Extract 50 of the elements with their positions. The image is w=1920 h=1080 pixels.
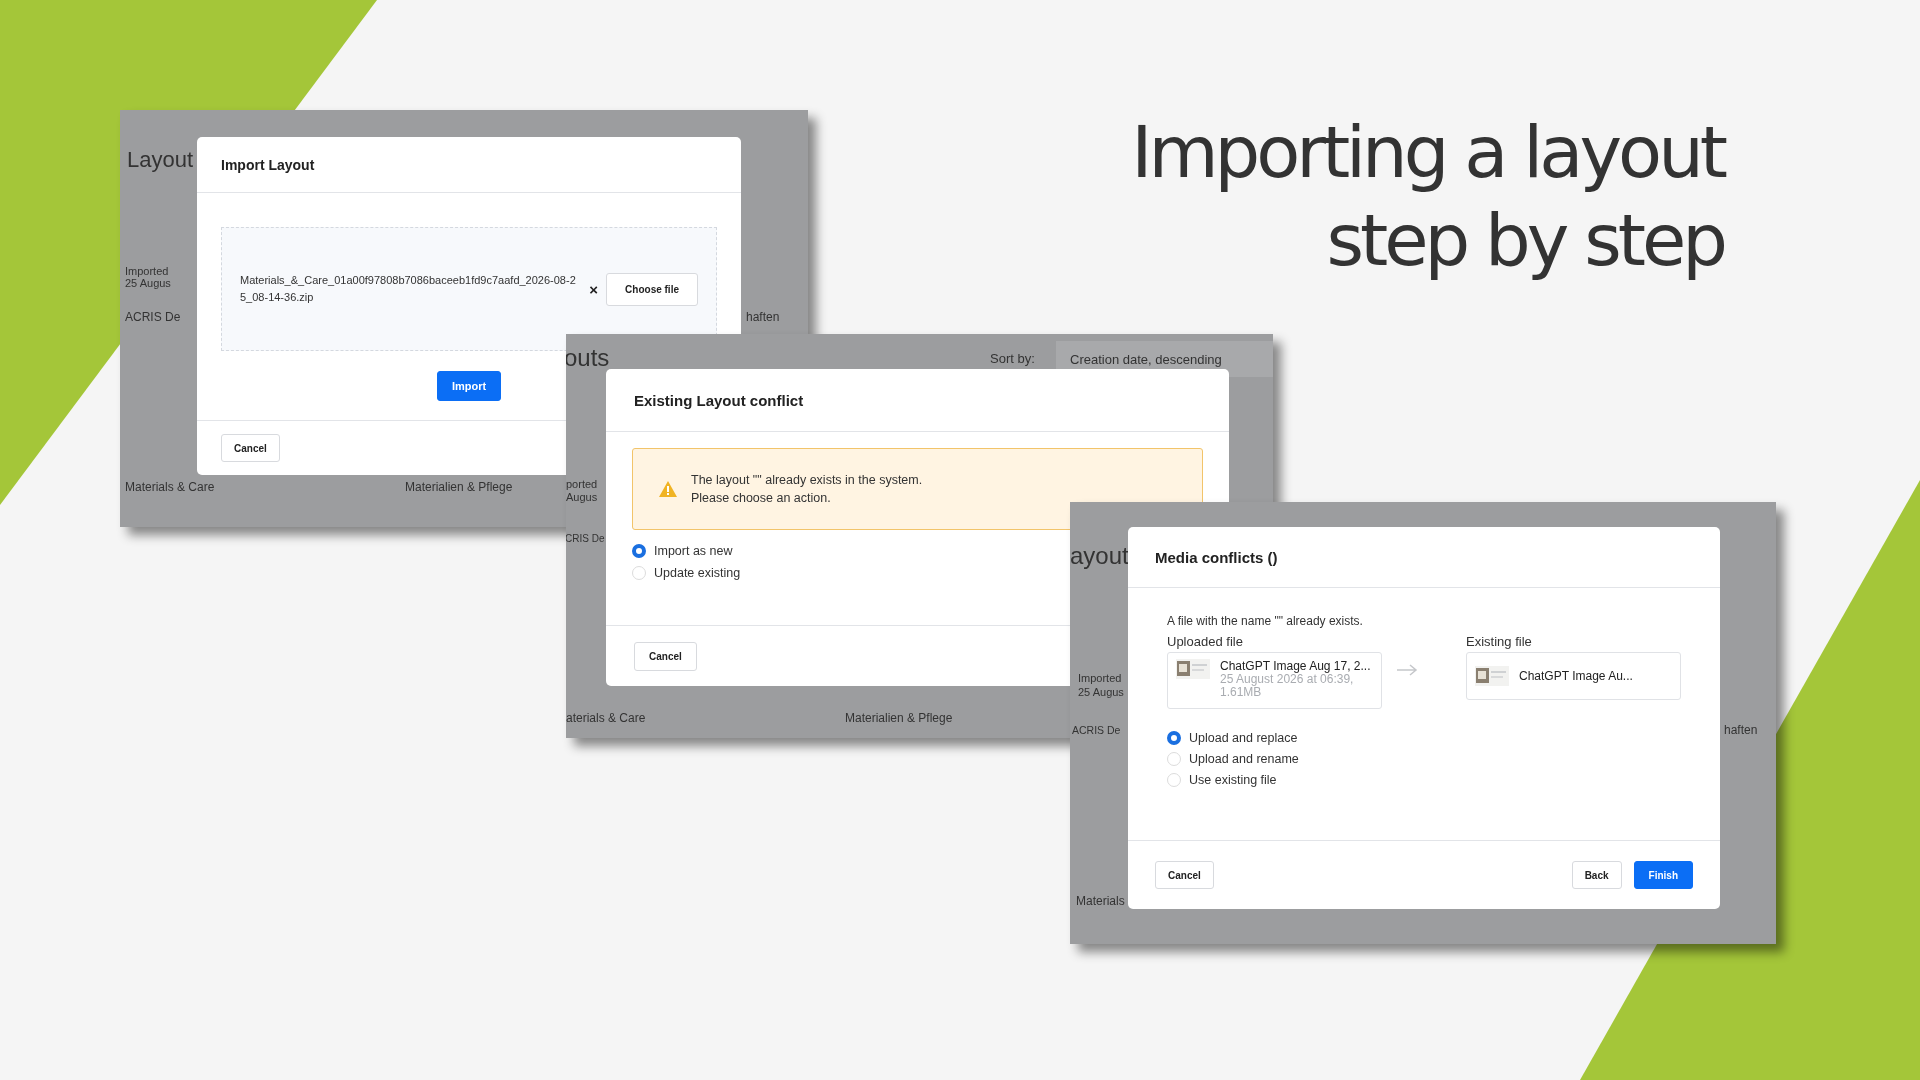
back-button[interactable]: Back — [1571, 861, 1622, 889]
background-text: ported — [566, 478, 598, 490]
warning-icon — [659, 481, 677, 497]
slide-title: step by step — [1326, 197, 1724, 284]
slide-title: Importing a layout — [1131, 109, 1724, 196]
choose-file-button[interactable]: Choose file — [606, 272, 698, 306]
dialog-title: Import Layout — [221, 156, 315, 173]
file-dropzone[interactable]: Materials_&_Care_01a00f97808b7086baceeb1fd9c7aafd_2026-08-25_08-14-36.zip × Choose file — [221, 227, 717, 351]
uploaded-file-label: Uploaded file — [1167, 634, 1244, 649]
background-text: haften — [746, 310, 780, 324]
cancel-button[interactable]: Cancel — [634, 641, 697, 671]
background-text: aterials & Care — [566, 711, 646, 725]
conflict-message: A file with the name "" already exists. — [1167, 614, 1364, 628]
background-text: Materialien & Pflege — [405, 480, 513, 494]
file-meta: 1.61MB — [1220, 686, 1262, 699]
background-text: Materialien & Pflege — [845, 711, 953, 725]
radio-button[interactable] — [1167, 731, 1181, 745]
alert-text: Please choose an action. — [691, 491, 832, 505]
background-text: 25 Augus — [1078, 686, 1124, 698]
alert-text: The layout "" already exists in the system. — [691, 473, 923, 487]
background-text: Layout — [127, 147, 194, 173]
cancel-button[interactable]: Cancel — [1155, 861, 1214, 889]
background-text: Imported — [125, 265, 169, 277]
background-text: haften — [1724, 723, 1758, 737]
dialog-title: Media conflicts () — [1155, 548, 1278, 566]
radio-option[interactable]: Upload and rename — [1167, 752, 1681, 766]
file-name: ChatGPT Image Au... — [1519, 669, 1633, 683]
background-text: Materials — [1076, 894, 1125, 908]
file-meta: 25 August 2026 at 06:39, — [1220, 673, 1355, 686]
background-text: Materials & Care — [125, 480, 215, 494]
dialog-title: Existing Layout conflict — [634, 391, 804, 409]
radio-option[interactable]: Upload and replace — [1167, 731, 1681, 745]
background-text: CRIS De — [566, 533, 605, 544]
background-text: Imported — [1078, 672, 1122, 684]
file-name: ChatGPT Image Aug 17, 2... — [1220, 659, 1371, 673]
right-arrow-icon — [1396, 664, 1418, 676]
file-name: Materials_&_Care_01a00f97808b7086baceeb1fd9c7aafd_2026-08-25_08-14-36.zip — [240, 273, 577, 305]
radio-button[interactable] — [632, 544, 646, 558]
finish-button[interactable]: Finish — [1633, 861, 1693, 889]
background-text: 25 Augus — [125, 277, 171, 289]
background-text: Sort by: — [990, 351, 1035, 366]
background-text: ayout — [1070, 542, 1129, 570]
background-text: ACRIS De — [1072, 724, 1121, 736]
existing-file-label: Existing file — [1466, 634, 1533, 649]
radio-option[interactable]: Use existing file — [1167, 773, 1681, 787]
clear-button[interactable]: × — [589, 280, 599, 298]
cancel-button[interactable]: Cancel — [221, 434, 280, 462]
background-text: ACRIS De — [125, 310, 181, 324]
background-text: Augus — [566, 491, 598, 503]
import-button[interactable]: Import — [436, 371, 502, 401]
